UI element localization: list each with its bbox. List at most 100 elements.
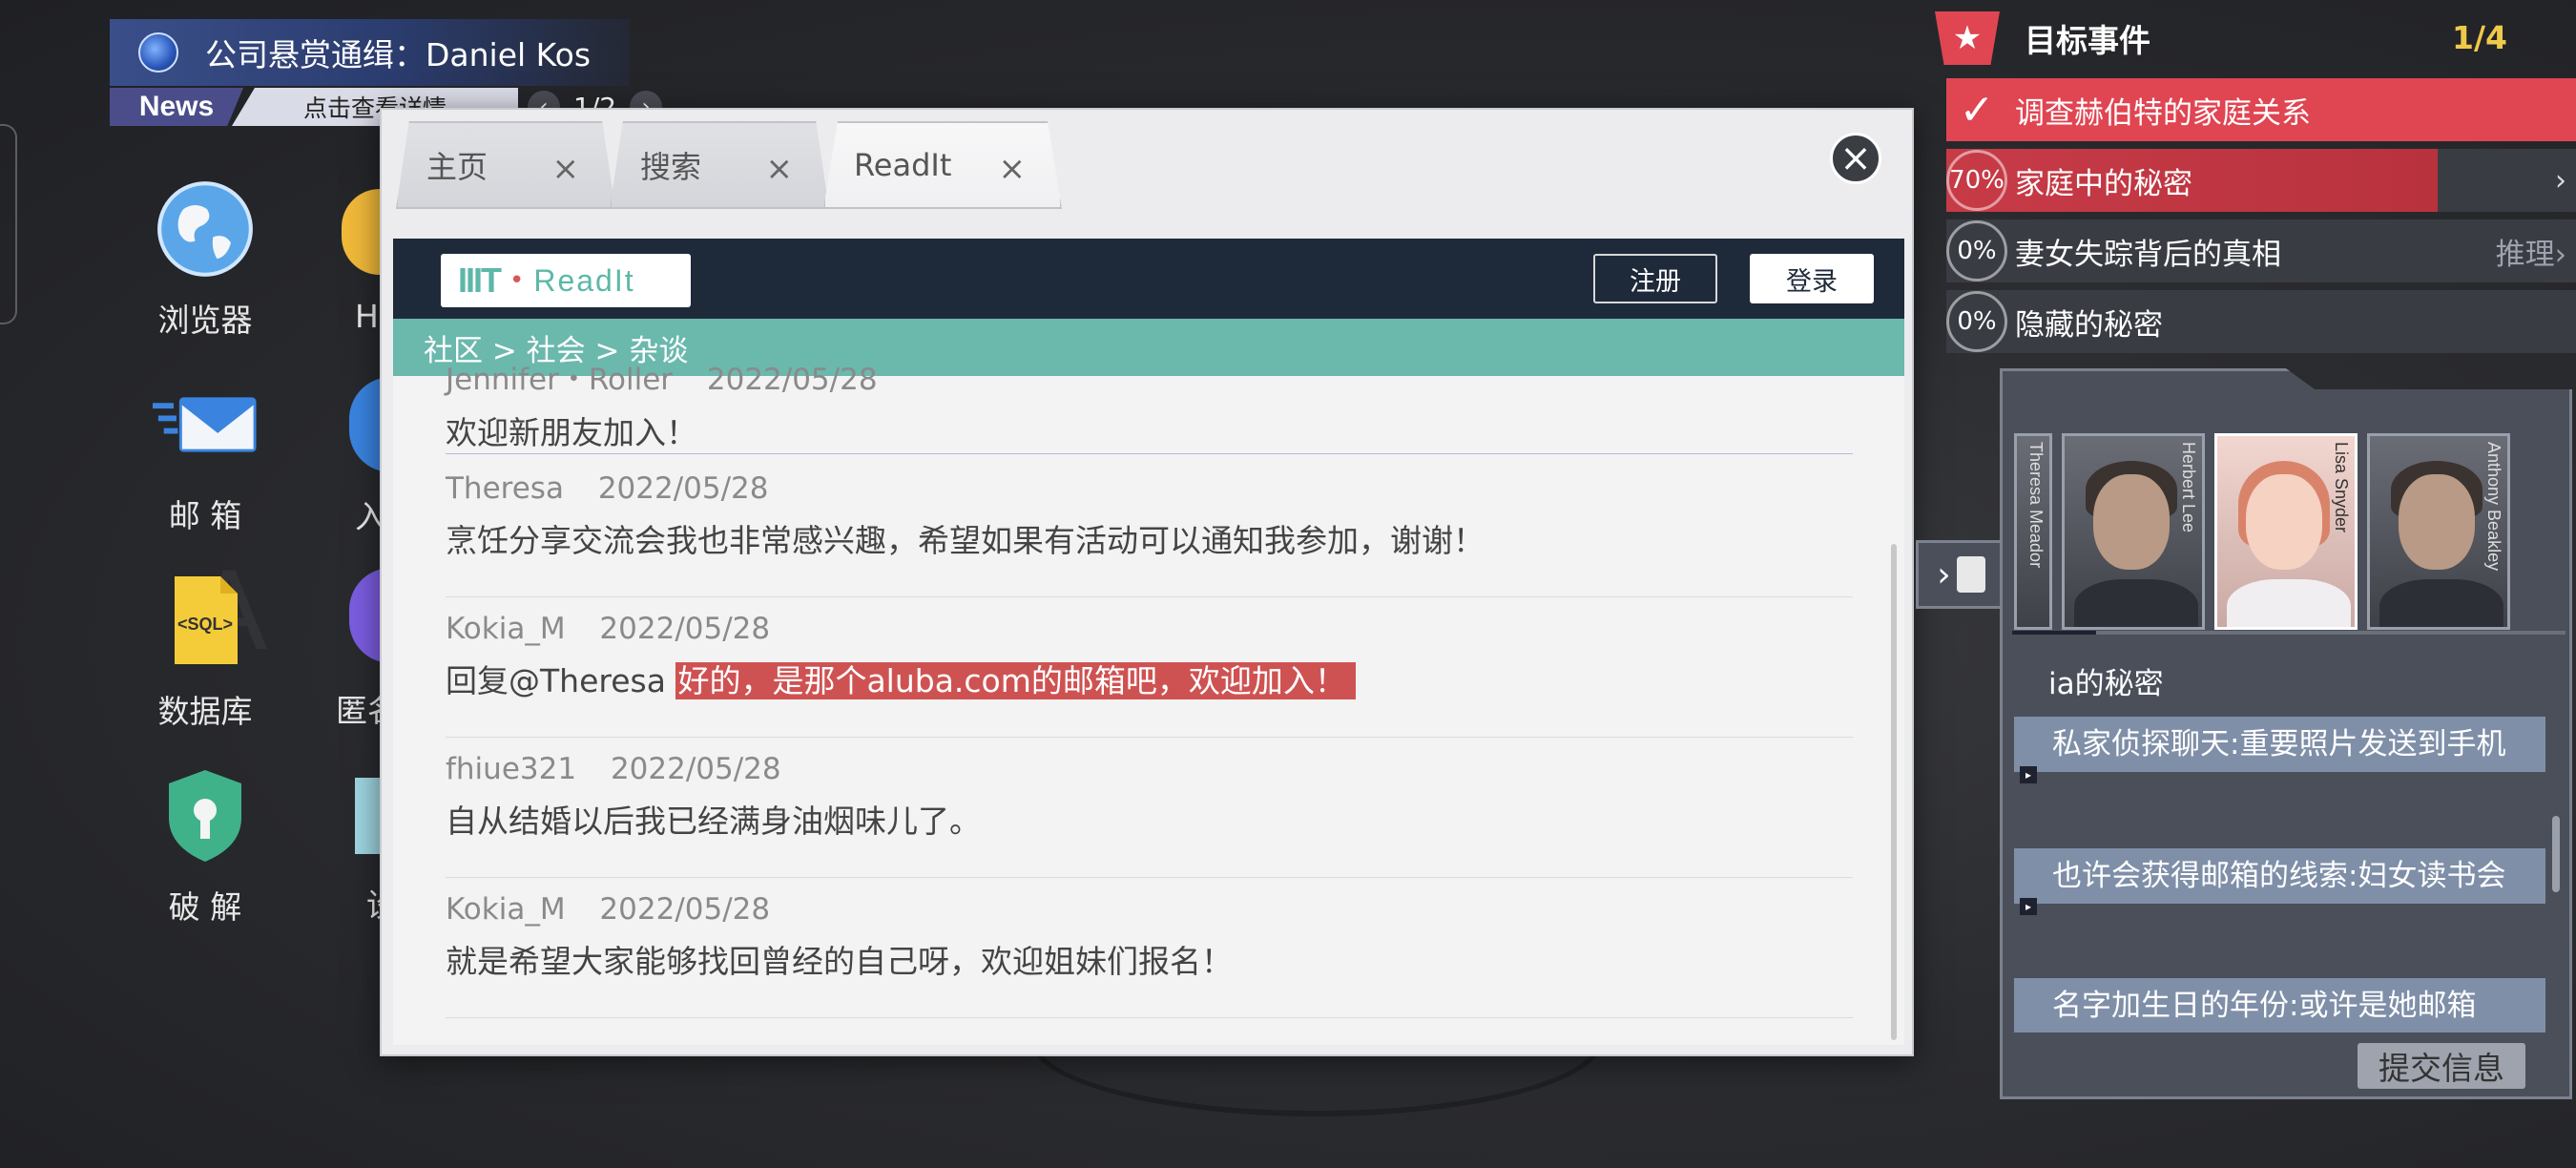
mail-icon	[153, 372, 258, 477]
close-icon[interactable]: ×	[766, 150, 794, 188]
close-icon[interactable]: ×	[999, 150, 1027, 188]
objective-item[interactable]: 70% 家庭中的秘密 ›	[1946, 149, 2576, 212]
partial-icon-label: H	[355, 298, 379, 335]
desktop-icon-label: 破 解	[168, 888, 242, 926]
portrait-face	[2399, 474, 2475, 570]
logo-dot: •	[509, 266, 525, 295]
site-header: IIIT • ReadIt 注册 登录	[393, 239, 1904, 319]
tab-readit[interactable]: ReadIt ×	[823, 121, 1062, 209]
checkmark-icon: ✓	[1959, 85, 1995, 135]
comment-author[interactable]: Kokia_M	[446, 612, 566, 646]
objective-item[interactable]: 0% 妻女失踪背后的真相 推理›	[1946, 219, 2576, 282]
tab-home[interactable]: 主页 ×	[396, 121, 615, 209]
objectives-title: 目标事件	[2025, 22, 2150, 59]
character-portrait[interactable]: Theresa Meador	[2014, 433, 2052, 630]
news-headline: 公司悬赏通缉：Daniel Kos	[205, 36, 592, 73]
desktop-icon-browser[interactable]: 浏览器	[110, 177, 301, 341]
comment-text: 烹饪分享交流会我也非常感兴趣，希望如果有活动可以通知我参加，谢谢！	[446, 522, 1485, 559]
character-portrait[interactable]: Anthony Beakley	[2367, 433, 2510, 630]
login-button[interactable]: 登录	[1750, 254, 1874, 303]
portrait-body	[2379, 579, 2503, 627]
character-portrait-selected[interactable]: Lisa Snyder	[2214, 433, 2358, 630]
comment-date: 2022/05/28	[597, 471, 769, 506]
window-close-button[interactable]: ×	[1830, 133, 1881, 184]
tab-search[interactable]: 搜索 ×	[610, 121, 829, 209]
clue-item[interactable]: ▸ 私家侦探聊天:重要照片发送到手机	[2014, 717, 2545, 783]
browser-window: 主页 × 搜索 × ReadIt × × IIIT • ReadIt 注册 登录…	[380, 108, 1914, 1056]
comment-author[interactable]: Jennifer・Roller	[446, 363, 673, 397]
web-content: IIIT • ReadIt 注册 登录 社区 > 社会 > 杂谈 Jennife…	[393, 239, 1904, 1045]
tab-label: 搜索	[640, 149, 702, 185]
comment-author[interactable]: Theresa	[446, 471, 564, 506]
highlighted-clue-text[interactable]: 好的，是那个aluba.com的邮箱吧，欢迎加入！	[675, 662, 1356, 699]
desktop-icon-mail[interactable]: 邮 箱	[110, 372, 301, 536]
tab-label: 主页	[426, 149, 488, 185]
objective-progress: 70%	[1946, 150, 2007, 211]
comment-author[interactable]: Kokia_M	[446, 892, 566, 927]
comment-meta: Jennifer・Roller 2022/05/28	[446, 355, 1853, 398]
play-marker-icon: ▸	[2020, 766, 2037, 783]
logo-mark: IIIT	[458, 261, 502, 300]
comment-item: fhiue321 2022/05/28 自从结婚以后我已经满身油烟味儿了。	[446, 752, 1853, 878]
chevron-right-icon[interactable]: ›	[2555, 164, 2566, 198]
close-icon[interactable]: ×	[552, 150, 580, 188]
desktop-icon-label: 数据库	[157, 693, 253, 730]
comment-item: Theresa 2022/05/28 烹饪分享交流会我也非常感兴趣，希望如果有活…	[446, 471, 1853, 597]
portrait-scroll-indicator	[2012, 631, 2566, 635]
content-scrollbar[interactable]	[1891, 544, 1897, 1040]
character-name: Lisa Snyder	[2332, 442, 2351, 533]
objective-progress: 0%	[1946, 220, 2007, 282]
comment-meta: Kokia_M 2022/05/28	[446, 612, 1853, 646]
comment-text: 自从结婚以后我已经满身油烟味儿了。	[446, 803, 981, 840]
globe-icon	[153, 177, 258, 282]
readit-logo[interactable]: IIIT • ReadIt	[441, 254, 691, 307]
deduce-link[interactable]: 推理›	[2496, 230, 2566, 273]
comment-text: 欢迎新朋友加入！	[446, 414, 697, 451]
objective-item[interactable]: 0% 隐藏的秘密	[1946, 290, 2576, 353]
portrait-face	[2246, 474, 2322, 570]
objectives-panel: ★ 目标事件 1/4 ✓ 调查赫伯特的家庭关系 70% 家庭中的秘密 › 0% …	[1935, 10, 2576, 355]
desktop-icon-database[interactable]: <SQL> 数据库	[110, 568, 301, 732]
register-button[interactable]: 注册	[1593, 254, 1717, 303]
submit-info-button[interactable]: 提交信息	[2358, 1043, 2525, 1089]
comment-text: 回复@Theresa 好的，是那个aluba.com的邮箱吧，欢迎加入！	[446, 656, 1853, 701]
clue-item[interactable]: ▸ 也许会获得邮箱的线索:妇女读书会	[2014, 848, 2545, 915]
clue-text: 也许会获得邮箱的线索:妇女读书会	[2052, 859, 2506, 893]
comment-meta: Theresa 2022/05/28	[446, 471, 1853, 506]
comment-date: 2022/05/28	[599, 892, 771, 927]
clue-panel-toggle[interactable]: ›	[1916, 540, 2004, 609]
clue-item[interactable]: 名字加生日的年份:或许是她邮箱	[2014, 978, 2545, 1035]
portrait-body	[2074, 579, 2198, 627]
chevron-right-icon: ›	[1937, 554, 1951, 594]
tab-bar: 主页 × 搜索 × ReadIt ×	[396, 121, 1062, 209]
clue-section-title: ia的秘密	[2048, 667, 2164, 701]
reply-prefix: 回复@Theresa	[446, 662, 676, 699]
portrait-face	[2093, 474, 2170, 570]
shield-key-icon	[153, 763, 258, 868]
comment-date: 2022/05/28	[706, 363, 878, 397]
comment-meta: Kokia_M 2022/05/28	[446, 892, 1853, 927]
comment-author[interactable]: fhiue321	[446, 752, 576, 786]
play-marker-icon: ▸	[2020, 898, 2037, 915]
comment-item: Kokia_M 2022/05/28 就是希望大家能够找回曾经的自己呀，欢迎姐妹…	[446, 892, 1853, 1018]
comment-list: Jennifer・Roller 2022/05/28 欢迎新朋友加入！ Ther…	[393, 363, 1904, 1045]
comment-date: 2022/05/28	[599, 612, 771, 646]
clue-scrollbar[interactable]	[2552, 816, 2560, 892]
objective-progress: 0%	[1946, 291, 2007, 352]
character-portrait[interactable]: Herbert Lee	[2062, 433, 2205, 630]
clue-panel: Theresa Meador Herbert Lee Lisa Snyder A…	[2000, 368, 2572, 1099]
objective-item[interactable]: ✓ 调查赫伯特的家庭关系	[1946, 78, 2576, 141]
desktop-icon-crack[interactable]: 破 解	[110, 763, 301, 928]
portrait-body	[2227, 579, 2351, 627]
objective-text: 隐藏的秘密	[2015, 307, 2163, 343]
id-badge-icon	[1956, 556, 1985, 593]
objective-text: 调查赫伯特的家庭关系	[2015, 95, 2311, 131]
left-drawer-handle[interactable]	[0, 124, 17, 324]
desktop-icon-label: 浏览器	[157, 302, 253, 339]
news-headline-bar[interactable]: 公司悬赏通缉：Daniel Kos	[110, 19, 630, 86]
comment-text: 就是希望大家能够找回曾经的自己呀，欢迎姐妹们报名！	[446, 943, 1233, 980]
objective-text: 妻女失踪背后的真相	[2015, 237, 2281, 272]
clue-text: 私家侦探聊天:重要照片发送到手机	[2052, 727, 2506, 761]
desktop-icon-label: 邮 箱	[168, 497, 242, 534]
svg-text:<SQL>: <SQL>	[177, 615, 233, 634]
